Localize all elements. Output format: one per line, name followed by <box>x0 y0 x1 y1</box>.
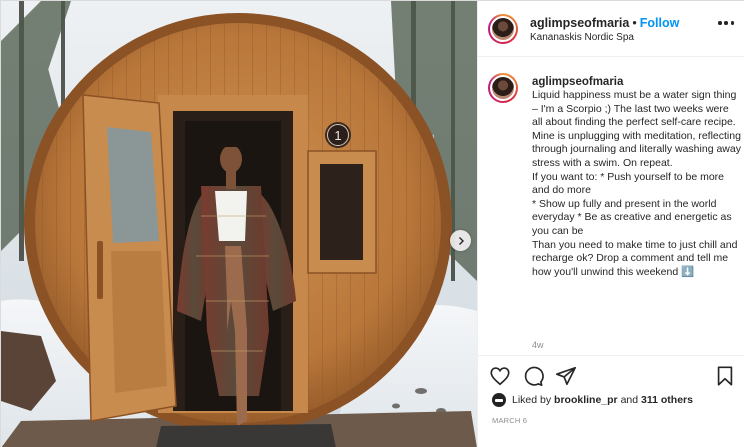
door-number: 1 <box>334 128 341 143</box>
next-photo-button[interactable] <box>450 230 471 251</box>
likes-prefix: Liked by <box>512 394 552 406</box>
caption-avatar[interactable] <box>488 73 518 103</box>
chevron-right-icon <box>458 236 464 245</box>
caption-text: Liquid happiness must be a water sign th… <box>532 89 741 278</box>
likes-middle: and <box>620 394 639 406</box>
avatar[interactable] <box>488 14 518 44</box>
more-options-icon[interactable] <box>718 21 734 27</box>
share-icon[interactable] <box>555 365 577 387</box>
comment-icon[interactable] <box>522 365 544 387</box>
liker-username[interactable]: brookline_pr <box>554 394 618 406</box>
post-photo[interactable]: 1 <box>1 1 477 447</box>
post-sidebar: aglimpseofmaria • Follow Kananaskis Nordic… <box>477 1 744 447</box>
caption-area: aglimpseofmaria Liquid happiness must be… <box>478 58 744 356</box>
post-header: aglimpseofmaria • Follow Kananaskis Nordic… <box>478 1 744 57</box>
likes-count-link[interactable]: 311 others <box>641 394 693 406</box>
action-bar <box>478 355 744 393</box>
location-link[interactable]: Kananaskis Nordic Spa <box>530 32 634 43</box>
header-username-line: aglimpseofmaria • Follow <box>530 16 679 30</box>
liker-avatar[interactable] <box>492 393 506 407</box>
post-time[interactable]: 4w <box>532 340 544 350</box>
username-link[interactable]: aglimpseofmaria <box>530 16 629 30</box>
separator-dot: • <box>632 16 637 30</box>
bookmark-icon[interactable] <box>714 365 736 387</box>
instagram-post: 1 aglimpseofmaria • Follow Kananaskis No… <box>0 0 744 447</box>
post-date[interactable]: MARCH 6 <box>492 416 527 425</box>
caption-username[interactable]: aglimpseofmaria <box>532 76 623 88</box>
follow-button[interactable]: Follow <box>640 16 680 30</box>
sauna-photo-illustration: 1 <box>1 1 477 447</box>
heart-icon[interactable] <box>489 365 511 387</box>
likes-summary: Liked by brookline_pr and 311 others <box>492 393 693 407</box>
